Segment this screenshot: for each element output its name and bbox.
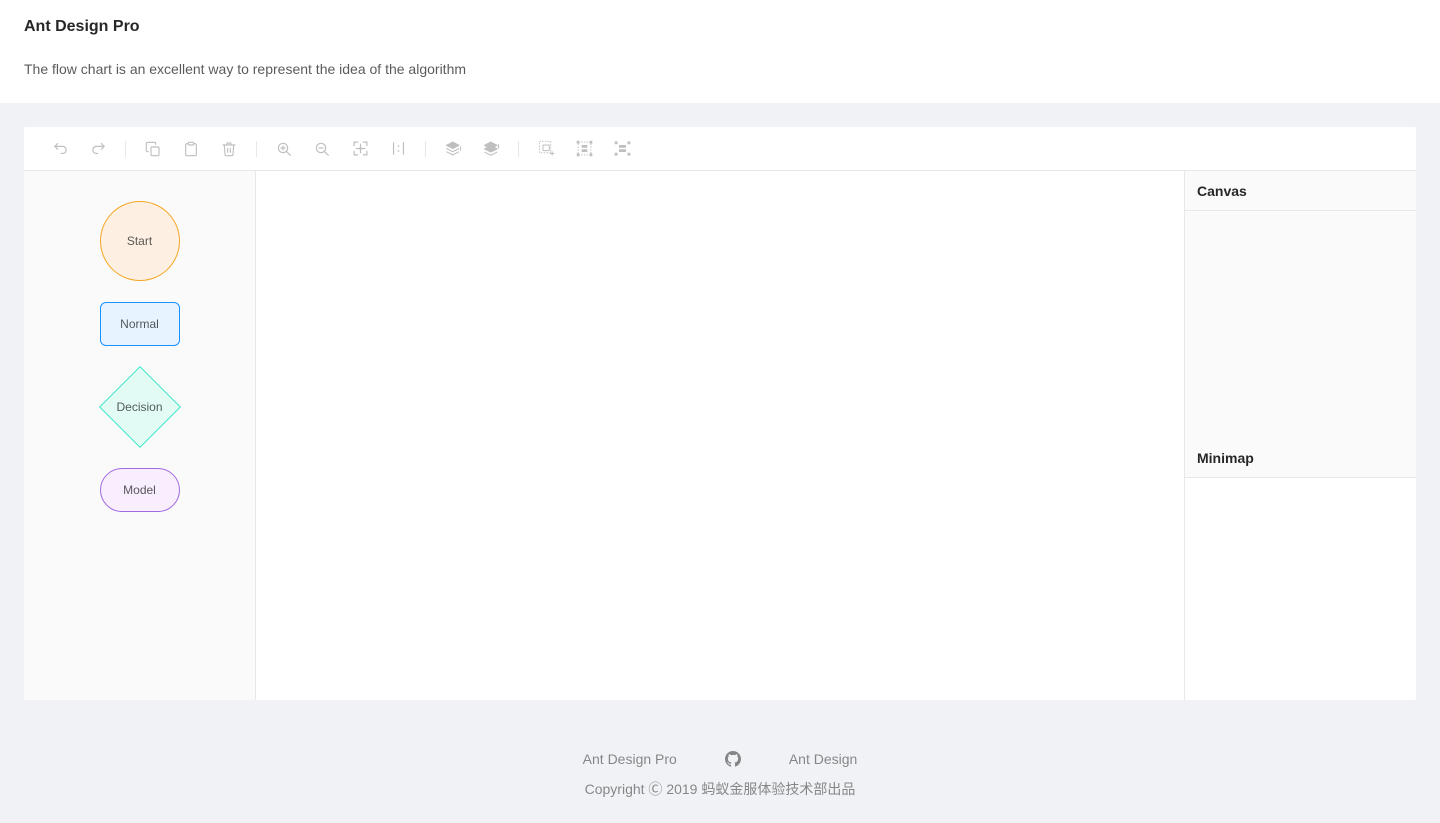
bring-to-front-button[interactable] — [434, 133, 472, 165]
toolbar-separator — [125, 140, 126, 157]
paste-icon — [183, 141, 199, 157]
model-shape-label: Model — [123, 482, 156, 497]
copy-button[interactable] — [134, 133, 172, 165]
footer-copyright: Copyright Ⓒ 2019 蚂蚁金服体验技术部出品 — [584, 781, 856, 797]
canvas-gutter — [1172, 171, 1184, 700]
toolbar-separator — [425, 140, 426, 157]
redo-button[interactable] — [79, 133, 117, 165]
content-wrapper: Start Normal Decision Model Canvas Minim… — [0, 103, 1440, 823]
fit-to-screen-button[interactable] — [341, 133, 379, 165]
normal-shape: Normal — [99, 301, 180, 346]
undo-button[interactable] — [41, 133, 79, 165]
undo-icon — [52, 140, 69, 157]
minimap-panel-title: Minimap — [1185, 438, 1416, 478]
palette-item-model[interactable]: Model — [24, 448, 255, 531]
github-icon[interactable] — [701, 751, 765, 767]
paste-button[interactable] — [172, 133, 210, 165]
shape-palette: Start Normal Decision Model — [24, 171, 256, 700]
group-icon — [538, 140, 555, 157]
send-to-back-button[interactable] — [472, 133, 510, 165]
actual-size-button[interactable] — [379, 133, 417, 165]
footer-links: Ant Design Pro Ant Design — [24, 748, 1416, 770]
minimap-panel: Minimap — [1185, 438, 1416, 700]
right-panel-stack: Canvas Minimap — [1184, 171, 1416, 700]
zoom-out-icon — [314, 141, 330, 157]
redo-icon — [90, 140, 107, 157]
copy-icon — [145, 141, 161, 157]
ungroup-icon — [576, 140, 593, 157]
zoom-out-button[interactable] — [303, 133, 341, 165]
canvas-detail-panel: Canvas — [1185, 171, 1416, 438]
model-shape: Model — [99, 467, 180, 512]
actual-size-icon — [390, 140, 407, 157]
toolbar-separator — [256, 140, 257, 157]
canvas-panel-body — [1185, 211, 1416, 438]
canvas-panel-title: Canvas — [1185, 171, 1416, 211]
editor-workspace: Start Normal Decision Model Canvas Minim… — [24, 171, 1416, 700]
decision-shape: Decision — [98, 365, 182, 449]
multi-select-icon — [614, 140, 631, 157]
palette-item-decision[interactable]: Decision — [24, 365, 255, 448]
start-shape: Start — [99, 200, 180, 281]
flow-canvas[interactable] — [256, 171, 1172, 700]
send-to-back-icon — [483, 140, 500, 157]
editor-toolbar — [24, 127, 1416, 171]
flow-chart-card: Start Normal Decision Model Canvas Minim… — [24, 127, 1416, 700]
fit-to-screen-icon — [352, 140, 369, 157]
page-title: Ant Design Pro — [24, 18, 140, 35]
page-description: The flow chart is an excellent way to re… — [24, 61, 467, 77]
toolbar-separator — [518, 140, 519, 157]
palette-item-start[interactable]: Start — [24, 199, 255, 282]
page-footer: Ant Design Pro Ant Design Copyright Ⓒ 20… — [24, 748, 1416, 823]
ungroup-button[interactable] — [565, 133, 603, 165]
minimap-panel-body[interactable] — [1185, 478, 1416, 700]
palette-item-normal[interactable]: Normal — [24, 282, 255, 365]
zoom-in-button[interactable] — [265, 133, 303, 165]
normal-shape-label: Normal — [120, 316, 159, 331]
multi-select-button[interactable] — [603, 133, 641, 165]
decision-shape-body — [98, 365, 181, 448]
delete-button[interactable] — [210, 133, 248, 165]
zoom-in-icon — [276, 141, 292, 157]
footer-link-ant-design-pro[interactable]: Ant Design Pro — [559, 748, 701, 770]
start-shape-label: Start — [126, 233, 153, 248]
bring-to-front-icon — [445, 140, 462, 157]
footer-link-ant-design[interactable]: Ant Design — [765, 748, 881, 770]
page-header: Ant Design Pro The flow chart is an exce… — [0, 0, 1440, 103]
delete-icon — [221, 141, 237, 157]
group-button[interactable] — [527, 133, 565, 165]
